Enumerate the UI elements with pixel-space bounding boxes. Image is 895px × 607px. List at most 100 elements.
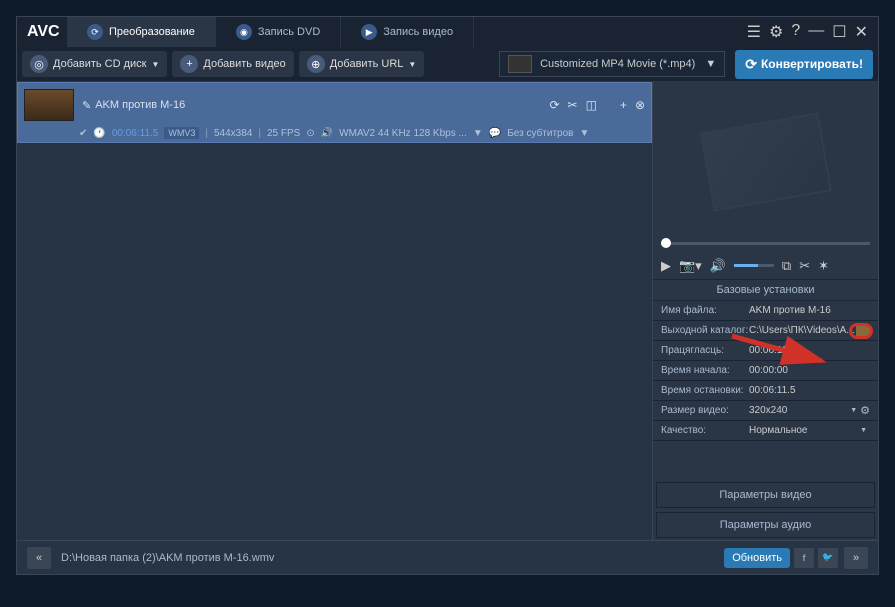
setting-start-time: Время начала: 00:00:00 <box>653 361 878 381</box>
btn-label: Добавить видео <box>203 58 285 70</box>
fps: 25 FPS <box>267 128 300 139</box>
tab-dvd[interactable]: ◉ Запись DVD <box>216 17 341 47</box>
help-icon[interactable]: ? <box>791 22 800 42</box>
seek-slider[interactable] <box>653 242 878 252</box>
value[interactable]: AKM против M-16 <box>749 305 870 316</box>
video-icon: + <box>180 55 198 73</box>
preview-area <box>653 82 878 242</box>
value: C:\Users\ПК\Videos\A... <box>749 325 856 336</box>
url-icon: ⊕ <box>307 55 325 73</box>
tab-record[interactable]: ▶ Запись видео <box>341 17 474 47</box>
file-top-actions: ⟳ ✂ ◫ + ⊗ <box>549 98 645 112</box>
content-area: ✎ AKM против M-16 ⟳ ✂ ◫ + ⊗ ✔ 🕐 <box>17 82 878 540</box>
close-icon[interactable]: ✕ <box>855 22 868 42</box>
setting-filename: Имя файла: AKM против M-16 <box>653 301 878 321</box>
convert-button[interactable]: Конвертировать! <box>735 50 873 79</box>
chevron-down-icon: ▼ <box>152 60 160 69</box>
setting-output-dir: Выходной каталог: C:\Users\ПК\Videos\A..… <box>653 321 878 341</box>
video-track-icon[interactable]: ⊙ <box>306 128 314 139</box>
gear-icon[interactable]: ⚙ <box>860 404 870 417</box>
label: Время остановки: <box>661 385 749 396</box>
toolbar: ◎ Добавить CD диск ▼ + Добавить видео ⊕ … <box>17 47 878 82</box>
play-icon[interactable]: ▶ <box>661 258 671 274</box>
format-value: Customized MP4 Movie (*.mp4) <box>540 58 695 70</box>
chevron-down-icon[interactable]: ▼ <box>860 427 867 434</box>
check-icon[interactable]: ✔ <box>79 128 87 139</box>
duration: 00:06:11.5 <box>112 128 159 139</box>
browse-folder-icon[interactable] <box>856 326 870 336</box>
snapshot-icon[interactable]: 📷▾ <box>679 258 702 274</box>
settings-header: Базовые установки <box>653 280 878 301</box>
subtitle-value: Без субтитров <box>507 128 573 139</box>
maximize-icon[interactable]: ☐ <box>832 22 846 42</box>
format-thumb-icon <box>508 55 532 73</box>
value[interactable]: 320x240 <box>749 405 847 416</box>
app-window: AVC ⟳ Преобразование ◉ Запись DVD ▶ Запи… <box>16 16 879 575</box>
value[interactable]: 00:00:00 <box>749 365 870 376</box>
label: Имя файла: <box>661 305 749 316</box>
cd-icon: ◎ <box>30 55 48 73</box>
setting-duration: Працягласць: 00:06:11.5 <box>653 341 878 361</box>
remove-icon[interactable]: ⊗ <box>635 98 645 112</box>
btn-label: Добавить CD диск <box>53 58 147 70</box>
audio-params-button[interactable]: Параметры аудио <box>656 512 875 538</box>
file-entry[interactable]: ✎ AKM против M-16 ⟳ ✂ ◫ + ⊗ ✔ 🕐 <box>17 82 652 143</box>
playback-controls: ▶ 📷▾ 🔊 ⧉ ✂ ✶ <box>653 252 878 280</box>
btn-label: Конвертировать! <box>761 57 863 71</box>
file-path: D:\Новая папка (2)\AKM против М-16.wmv <box>61 552 274 564</box>
volume-icon[interactable]: 🔊 <box>710 258 726 274</box>
collapse-left-icon[interactable]: « <box>27 547 51 569</box>
subtitle-icon[interactable]: 💬 <box>489 128 501 139</box>
side-panel: ▶ 📷▾ 🔊 ⧉ ✂ ✶ Базовые установки Имя файла… <box>653 82 878 540</box>
tab-label: Запись DVD <box>258 26 320 38</box>
volume-slider[interactable] <box>734 264 774 267</box>
setting-stop-time: Время остановки: 00:06:11.5 <box>653 381 878 401</box>
label: Выходной каталог: <box>661 325 749 336</box>
facebook-icon[interactable]: f <box>794 548 814 568</box>
add-cd-button[interactable]: ◎ Добавить CD диск ▼ <box>22 51 167 77</box>
twitter-icon[interactable]: 🐦 <box>818 548 838 568</box>
label: Качество: <box>661 425 749 436</box>
cut-icon[interactable]: ✂ <box>568 98 578 112</box>
chevron-down-icon[interactable]: ▼ <box>579 128 589 139</box>
dvd-icon: ◉ <box>236 24 252 40</box>
format-selector[interactable]: Customized MP4 Movie (*.mp4) ▼ <box>499 51 725 77</box>
settings-icon[interactable]: ⚙ <box>769 22 783 42</box>
video-params-button[interactable]: Параметры видео <box>656 482 875 508</box>
thumbnail <box>24 89 74 121</box>
audio-info: WMAV2 44 KHz 128 Kbps ... <box>339 128 467 139</box>
file-header: ✎ AKM против M-16 ⟳ ✂ ◫ + ⊗ <box>21 86 648 124</box>
menu-icon[interactable]: ☰ <box>747 22 761 42</box>
tab-label: Запись видео <box>383 26 453 38</box>
setting-quality: Качество: Нормальное ▼ <box>653 421 878 441</box>
cut-icon[interactable]: ✂ <box>799 258 810 274</box>
chevron-down-icon[interactable]: ▼ <box>473 128 483 139</box>
btn-label: Добавить URL <box>330 58 404 70</box>
detach-icon[interactable]: ⧉ <box>782 258 791 274</box>
value: 00:06:11.5 <box>749 345 870 356</box>
chevron-down-icon: ▼ <box>705 58 716 70</box>
chevron-down-icon: ▼ <box>408 60 416 69</box>
file-name: AKM против M-16 <box>95 99 185 111</box>
tab-convert[interactable]: ⟳ Преобразование <box>67 17 216 47</box>
expand-right-icon[interactable]: » <box>844 547 868 569</box>
minimize-icon[interactable]: — <box>808 22 824 42</box>
audio-icon[interactable]: 🔊 <box>321 128 333 139</box>
refresh-icon[interactable]: ⟳ <box>549 98 559 112</box>
record-icon: ▶ <box>361 24 377 40</box>
crop-icon[interactable]: ◫ <box>586 98 597 112</box>
slider-handle[interactable] <box>661 238 671 248</box>
chevron-down-icon[interactable]: ▼ <box>850 407 857 414</box>
value[interactable]: 00:06:11.5 <box>749 385 870 396</box>
pencil-icon[interactable]: ✎ <box>82 99 91 112</box>
value[interactable]: Нормальное <box>749 425 857 436</box>
statusbar: « D:\Новая папка (2)\AKM против М-16.wmv… <box>17 540 878 574</box>
label: Працягласць: <box>661 345 749 356</box>
crop-icon[interactable]: ✶ <box>818 258 829 274</box>
add-video-button[interactable]: + Добавить видео <box>172 51 293 77</box>
convert-icon: ⟳ <box>87 24 103 40</box>
file-info: ✎ AKM против M-16 <box>74 99 549 112</box>
add-icon[interactable]: + <box>620 98 627 112</box>
update-button[interactable]: Обновить <box>724 548 790 568</box>
add-url-button[interactable]: ⊕ Добавить URL ▼ <box>299 51 425 77</box>
